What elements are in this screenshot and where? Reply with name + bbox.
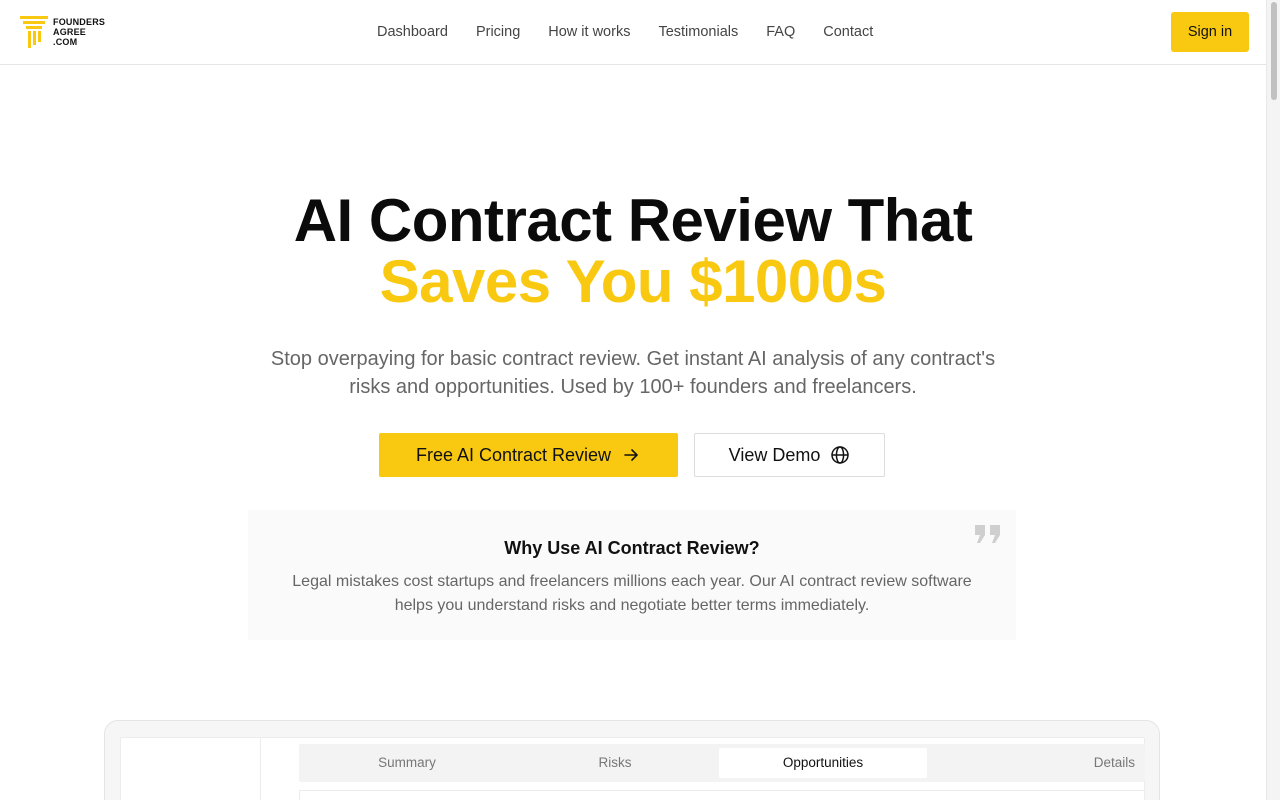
- tab-summary[interactable]: Summary: [303, 748, 511, 778]
- hero-title-line-1: AI Contract Review That: [293, 187, 973, 254]
- why-title: Why Use AI Contract Review?: [504, 538, 760, 558]
- arrow-right-icon: [624, 449, 638, 461]
- scrollbar-thumb[interactable]: [1271, 2, 1277, 100]
- logo-text: FOUNDERS AGREE .COM: [53, 17, 105, 47]
- app-preview: Summary Risks Opportunities Details: [104, 720, 1160, 800]
- free-review-label: Free AI Contract Review: [415, 444, 612, 465]
- globe-icon: [831, 446, 850, 464]
- logo-line-2: AGREE: [53, 27, 87, 37]
- why-text: Legal mistakes cost startups and freelan…: [292, 573, 972, 614]
- app-preview-sidebar: [121, 738, 261, 800]
- tab-risks[interactable]: Risks: [511, 748, 719, 778]
- view-demo-button[interactable]: View Demo: [694, 433, 885, 477]
- nav-how-it-works[interactable]: How it works: [548, 22, 630, 42]
- free-review-button[interactable]: Free AI Contract Review: [379, 433, 678, 477]
- site-header: FOUNDERS AGREE .COM Dashboard Pricing Ho…: [0, 0, 1266, 65]
- hero-title-line-2: Saves You $1000s: [379, 248, 887, 315]
- hero-title: AI Contract Review That Saves You $1000s: [0, 190, 1266, 312]
- preview-content-panel: [299, 790, 1145, 800]
- nav-contact[interactable]: Contact: [823, 22, 873, 42]
- main-nav: Dashboard Pricing How it works Testimoni…: [377, 22, 873, 42]
- logo-line-3: .COM: [53, 37, 78, 47]
- logo[interactable]: FOUNDERS AGREE .COM: [20, 16, 105, 48]
- pillar-logo-icon: [20, 16, 48, 48]
- nav-testimonials[interactable]: Testimonials: [658, 22, 738, 42]
- why-card: Why Use AI Contract Review? Legal mistak…: [248, 510, 1016, 640]
- page-scrollbar[interactable]: [1266, 0, 1280, 800]
- view-demo-label: View Demo: [728, 444, 821, 465]
- preview-tabs: Summary Risks Opportunities Details: [299, 744, 1145, 782]
- nav-faq[interactable]: FAQ: [766, 22, 795, 42]
- nav-pricing[interactable]: Pricing: [476, 22, 520, 42]
- app-preview-window: Summary Risks Opportunities Details: [120, 737, 1145, 800]
- tab-details[interactable]: Details: [927, 748, 1141, 778]
- nav-dashboard[interactable]: Dashboard: [377, 22, 448, 42]
- sign-in-button[interactable]: Sign in: [1171, 12, 1249, 52]
- tab-opportunities[interactable]: Opportunities: [719, 748, 927, 778]
- hero-subtitle: Stop overpaying for basic contract revie…: [270, 348, 996, 398]
- logo-line-1: FOUNDERS: [53, 17, 106, 27]
